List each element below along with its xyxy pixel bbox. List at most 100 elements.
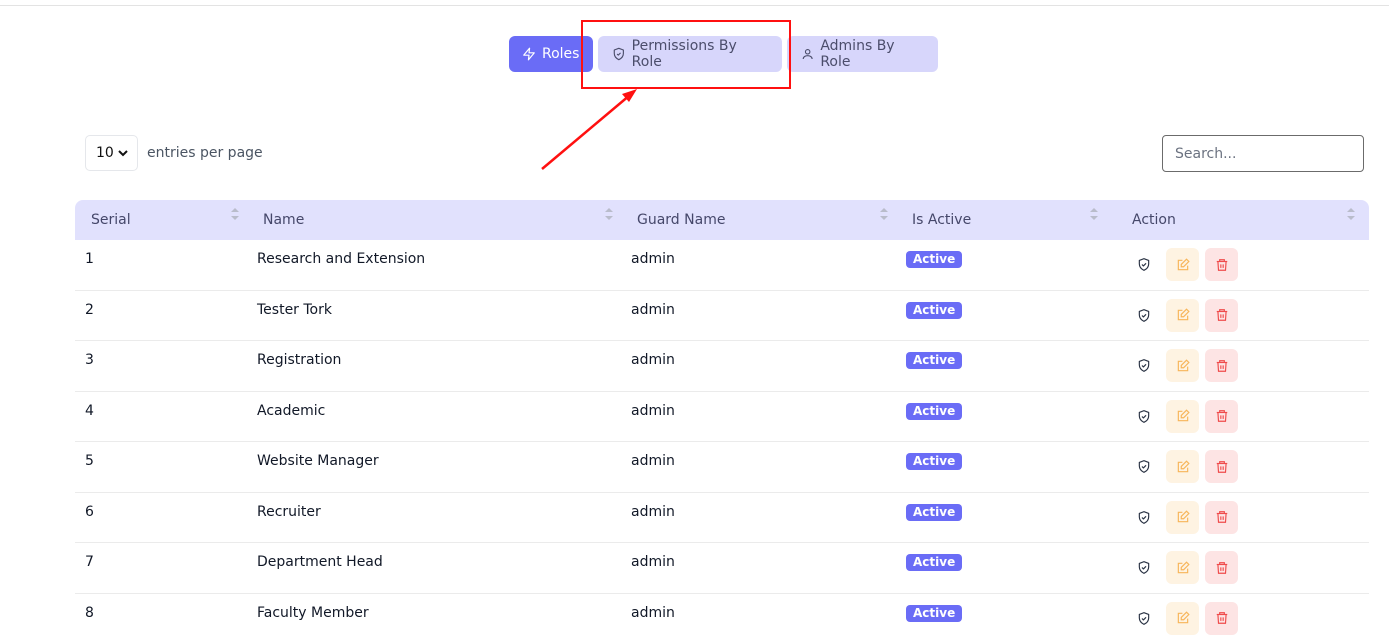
column-header-action[interactable]: Action [1106, 200, 1369, 240]
cell-serial: 5 [85, 453, 94, 469]
cell-guard-name: admin [631, 453, 675, 469]
cell-name: Faculty Member [257, 604, 369, 621]
table-row: 7 Department Head admin Active [75, 543, 1369, 594]
permissions-button[interactable] [1128, 450, 1160, 483]
role-tabs: Roles Permissions By Role Admins By Role [509, 36, 938, 72]
table-row: 4 Academic admin Active [75, 392, 1369, 442]
cell-is-active: Active [896, 291, 1106, 319]
cell-is-active: Active [896, 493, 1106, 521]
table-row: 8 Faculty Member admin Active [75, 594, 1369, 637]
trash-icon [1216, 561, 1227, 574]
edit-button[interactable] [1166, 450, 1199, 483]
permissions-button[interactable] [1128, 602, 1160, 635]
cell-guard-name: admin [631, 503, 675, 520]
column-header-serial[interactable]: Serial [75, 200, 247, 240]
shield-check-icon [1138, 258, 1150, 271]
shield-check-icon [1138, 460, 1150, 473]
tab-roles[interactable]: Roles [509, 36, 593, 72]
edit-button[interactable] [1166, 248, 1199, 281]
status-badge: Active [906, 604, 963, 622]
status-badge: Active [906, 352, 963, 369]
tab-admins-by-role[interactable]: Admins By Role [787, 36, 938, 72]
status-badge: Active [906, 251, 963, 268]
delete-button[interactable] [1205, 601, 1238, 635]
status-badge: Active [906, 402, 963, 420]
cell-serial: 2 [85, 301, 94, 318]
search-input[interactable] [1162, 135, 1364, 172]
entries-label: entries per page [147, 145, 263, 161]
cell-is-active: Active [896, 543, 1106, 571]
cell-actions [1106, 240, 1369, 281]
edit-button[interactable] [1166, 298, 1199, 332]
cell-is-active: Active [896, 240, 1106, 268]
delete-button[interactable] [1205, 349, 1238, 382]
permissions-button[interactable] [1128, 551, 1160, 584]
cell-is-active: Active [896, 594, 1106, 622]
cell-guard-name: admin [631, 251, 675, 267]
delete-button[interactable] [1205, 248, 1238, 281]
sort-icon [1090, 208, 1098, 220]
shield-check-icon [1138, 510, 1150, 524]
table-row: 3 Registration admin Active [75, 341, 1369, 392]
column-header-is-active[interactable]: Is Active [896, 200, 1106, 240]
column-header-name[interactable]: Name [247, 200, 621, 240]
user-icon [802, 49, 813, 60]
cell-serial: 7 [85, 554, 94, 570]
top-divider [0, 5, 1389, 6]
permissions-button[interactable] [1128, 299, 1160, 332]
status-badge: Active [906, 503, 963, 521]
delete-button[interactable] [1205, 298, 1238, 332]
cell-guard-name: admin [631, 301, 675, 318]
sort-icon [1347, 208, 1355, 220]
delete-button[interactable] [1205, 399, 1238, 433]
entries-per-page: 10 entries per page [85, 135, 263, 171]
edit-icon [1177, 409, 1190, 422]
cell-name: Tester Tork [257, 301, 332, 318]
edit-button[interactable] [1166, 399, 1199, 433]
edit-button[interactable] [1166, 500, 1199, 534]
cell-guard-name: admin [631, 352, 675, 368]
edit-icon [1177, 459, 1190, 472]
entries-select[interactable]: 10 [85, 135, 138, 171]
delete-button[interactable] [1205, 551, 1238, 584]
permissions-button[interactable] [1128, 501, 1160, 534]
lightning-icon [523, 47, 535, 61]
cell-actions [1106, 543, 1369, 584]
edit-button[interactable] [1166, 601, 1199, 635]
trash-icon [1216, 511, 1227, 523]
cell-name: Research and Extension [257, 251, 426, 267]
cell-serial: 6 [85, 503, 94, 520]
cell-actions [1106, 594, 1369, 635]
edit-button[interactable] [1166, 349, 1199, 382]
cell-guard-name: admin [631, 402, 675, 419]
delete-button[interactable] [1205, 500, 1238, 534]
permissions-button[interactable] [1128, 349, 1160, 382]
status-badge: Active [906, 453, 963, 470]
cell-actions [1106, 493, 1369, 534]
cell-guard-name: admin [631, 604, 675, 621]
trash-icon [1216, 309, 1227, 321]
edit-icon [1177, 560, 1190, 573]
table-body: 1 Research and Extension admin Active 2 … [75, 240, 1369, 637]
edit-button[interactable] [1166, 551, 1199, 584]
cell-name: Recruiter [257, 503, 321, 520]
table-row: 2 Tester Tork admin Active [75, 291, 1369, 341]
table-row: 5 Website Manager admin Active [75, 442, 1369, 493]
tab-permissions-by-role[interactable]: Permissions By Role [598, 36, 782, 72]
delete-button[interactable] [1205, 450, 1238, 483]
annotation-arrow [541, 89, 637, 170]
cell-name: Department Head [257, 554, 383, 570]
trash-icon [1216, 460, 1227, 473]
tab-label: Admins By Role [820, 38, 895, 70]
permissions-button[interactable] [1128, 400, 1160, 433]
edit-icon [1177, 308, 1190, 321]
status-badge: Active [906, 301, 963, 319]
edit-icon [1177, 611, 1190, 624]
column-header-guard-name[interactable]: Guard Name [621, 200, 896, 240]
entries-value: 10 [96, 145, 114, 161]
table-header: Serial Name Guard Name Is Active Action [75, 200, 1369, 240]
permissions-button[interactable] [1128, 248, 1160, 281]
table-row: 1 Research and Extension admin Active [75, 240, 1369, 291]
cell-name: Registration [257, 352, 342, 368]
cell-actions [1106, 341, 1369, 382]
